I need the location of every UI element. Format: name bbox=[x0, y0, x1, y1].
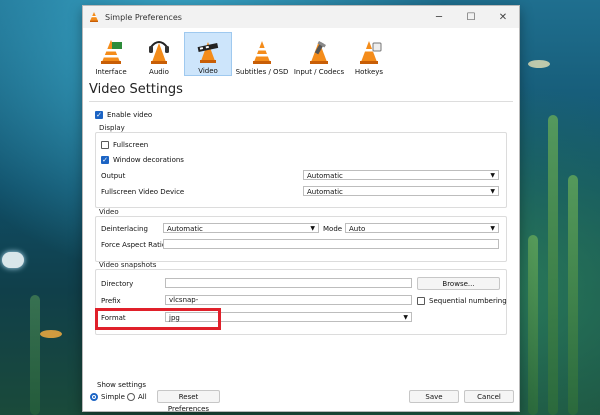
checkmark-icon: ✓ bbox=[96, 111, 102, 119]
display-group-title: Display bbox=[99, 124, 125, 132]
mode-select[interactable]: Auto ▼ bbox=[345, 223, 499, 233]
minimize-icon: ─ bbox=[435, 11, 443, 23]
window-decorations-label: Window decorations bbox=[113, 156, 184, 164]
chevron-down-icon: ▼ bbox=[310, 225, 315, 232]
snapshots-group-title: Video snapshots bbox=[99, 261, 157, 269]
checkmark-icon: ✓ bbox=[102, 156, 108, 164]
format-highlight-box bbox=[95, 308, 221, 330]
audio-icon bbox=[149, 41, 169, 64]
fullscreen-device-select[interactable]: Automatic ▼ bbox=[303, 186, 499, 196]
tab-hotkeys[interactable]: Hotkeys bbox=[349, 32, 389, 76]
mode-label: Mode bbox=[323, 225, 343, 233]
output-value: Automatic bbox=[307, 172, 343, 180]
directory-label: Directory bbox=[101, 280, 134, 288]
subtitles-icon bbox=[253, 41, 271, 64]
vlc-cone-icon bbox=[90, 12, 98, 22]
tab-label: Interface bbox=[95, 68, 127, 76]
video-icon bbox=[197, 42, 219, 63]
tab-video[interactable]: Video bbox=[184, 32, 232, 76]
deinterlacing-label: Deinterlacing bbox=[101, 225, 148, 233]
sequential-numbering-label: Sequential numbering bbox=[429, 297, 507, 305]
tab-label: Video bbox=[198, 67, 218, 75]
fullscreen-checkbox[interactable] bbox=[101, 141, 109, 149]
tab-label: Hotkeys bbox=[354, 68, 384, 76]
fullscreen-device-value: Automatic bbox=[307, 188, 343, 196]
category-toolbar: Interface Audio Video Subtitles / OSD In… bbox=[83, 30, 519, 78]
chevron-down-icon: ▼ bbox=[403, 314, 408, 321]
aspect-ratio-label: Force Aspect Ratio bbox=[101, 241, 167, 249]
tab-interface[interactable]: Interface bbox=[89, 32, 133, 76]
fullscreen-device-label: Fullscreen Video Device bbox=[101, 188, 185, 196]
tab-subtitles-osd[interactable]: Subtitles / OSD bbox=[235, 32, 289, 76]
title-divider bbox=[89, 101, 513, 102]
maximize-button[interactable]: ☐ bbox=[455, 6, 487, 28]
minimize-button[interactable]: ─ bbox=[423, 6, 455, 28]
all-label: All bbox=[138, 393, 147, 401]
deinterlacing-select[interactable]: Automatic ▼ bbox=[163, 223, 319, 233]
show-settings-label: Show settings bbox=[97, 381, 147, 389]
window-title: Simple Preferences bbox=[105, 12, 182, 22]
preferences-window: Simple Preferences ─ ☐ ✕ Interface Audio… bbox=[82, 5, 520, 413]
tab-label: Subtitles / OSD bbox=[235, 68, 289, 76]
title-bar: Simple Preferences ─ ☐ ✕ bbox=[83, 6, 519, 28]
chevron-down-icon: ▼ bbox=[490, 188, 495, 195]
tab-label: Input / Codecs bbox=[293, 68, 345, 76]
input-codecs-icon bbox=[310, 40, 328, 64]
window-decorations-checkbox[interactable]: ✓ bbox=[101, 156, 109, 164]
tab-label: Audio bbox=[149, 68, 169, 76]
enable-video-label: Enable video bbox=[107, 111, 153, 119]
enable-video-checkbox[interactable]: ✓ bbox=[95, 111, 103, 119]
prefix-label: Prefix bbox=[101, 297, 121, 305]
save-button[interactable]: Save bbox=[409, 390, 459, 403]
cancel-button[interactable]: Cancel bbox=[464, 390, 514, 403]
page-title: Video Settings bbox=[89, 82, 183, 97]
simple-radio[interactable] bbox=[90, 393, 98, 401]
submarine-decoration bbox=[2, 252, 24, 268]
chevron-down-icon: ▼ bbox=[490, 225, 495, 232]
tab-audio[interactable]: Audio bbox=[139, 32, 179, 76]
kelp-decoration bbox=[548, 115, 558, 415]
deinterlacing-value: Automatic bbox=[167, 225, 203, 233]
browse-button[interactable]: Browse... bbox=[417, 277, 500, 290]
fish-decoration bbox=[40, 330, 62, 338]
mode-value: Auto bbox=[349, 225, 366, 233]
output-select[interactable]: Automatic ▼ bbox=[303, 170, 499, 180]
chevron-down-icon: ▼ bbox=[490, 172, 495, 179]
kelp-decoration bbox=[528, 235, 538, 415]
close-icon: ✕ bbox=[498, 11, 508, 23]
fish-decoration bbox=[528, 60, 550, 68]
directory-input[interactable] bbox=[165, 278, 412, 288]
maximize-icon: ☐ bbox=[466, 11, 476, 23]
video-group-title: Video bbox=[99, 208, 119, 216]
kelp-decoration bbox=[568, 175, 578, 415]
tab-input-codecs[interactable]: Input / Codecs bbox=[291, 32, 347, 76]
aspect-ratio-input[interactable] bbox=[163, 239, 499, 249]
close-button[interactable]: ✕ bbox=[487, 6, 519, 28]
all-radio[interactable] bbox=[127, 393, 135, 401]
prefix-input[interactable]: vlcsnap- bbox=[165, 295, 412, 305]
fullscreen-label: Fullscreen bbox=[113, 141, 149, 149]
sequential-numbering-checkbox[interactable] bbox=[417, 297, 425, 305]
kelp-decoration bbox=[30, 295, 40, 415]
reset-preferences-button[interactable]: Reset Preferences bbox=[157, 390, 220, 413]
interface-icon bbox=[101, 40, 122, 64]
simple-label: Simple bbox=[101, 393, 125, 401]
hotkeys-icon bbox=[360, 41, 382, 64]
output-label: Output bbox=[101, 172, 126, 180]
